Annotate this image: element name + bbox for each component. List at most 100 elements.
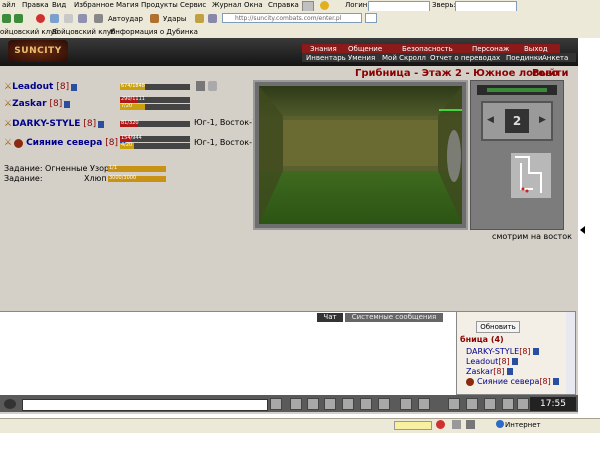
ring-icon[interactable] — [466, 398, 478, 410]
nav-knowledge[interactable]: Знания — [310, 45, 337, 53]
online-user[interactable]: Сияние севера [8] — [466, 377, 559, 386]
forward-icon[interactable] — [14, 14, 23, 23]
smile-icon[interactable] — [400, 398, 412, 410]
online-user[interactable]: DARKY-STYLE [8] — [466, 347, 539, 356]
info-icon[interactable] — [552, 378, 559, 385]
stop-icon[interactable] — [36, 14, 45, 23]
send-icon[interactable] — [270, 398, 282, 410]
tab-chat[interactable]: Чат — [317, 313, 343, 322]
member-name[interactable]: Zaskar — [12, 99, 46, 109]
member-level: [8] — [83, 119, 97, 129]
page-icon[interactable] — [64, 14, 73, 23]
link-fight-club-1[interactable]: ойцовский клуб — [0, 28, 59, 36]
chat-input[interactable] — [22, 399, 268, 411]
udary-button[interactable]: Удары — [163, 13, 186, 24]
member-coords: Юг-1, Восток-1 — [194, 118, 258, 127]
music-icon[interactable] — [378, 398, 390, 410]
progress-indicator — [394, 421, 432, 430]
shield-icon — [196, 81, 205, 91]
address-dropdown[interactable] — [365, 13, 377, 23]
chat-log[interactable] — [0, 311, 456, 396]
filter-icon[interactable] — [307, 398, 319, 410]
turn-left-icon[interactable]: ◀ — [487, 115, 494, 125]
menu-file[interactable]: айл — [2, 1, 15, 9]
tab-system-messages[interactable]: Системные сообщения — [345, 313, 443, 322]
info-icon[interactable] — [98, 120, 105, 128]
filter-icon[interactable] — [208, 14, 217, 23]
back-icon[interactable] — [2, 14, 11, 23]
member-name[interactable]: Leadout — [12, 82, 53, 92]
menu-windows[interactable]: Окна — [244, 1, 263, 9]
menu-magic[interactable]: Магия — [116, 1, 139, 9]
print-icon[interactable] — [78, 14, 87, 23]
menu-edit[interactable]: Правка — [22, 1, 49, 9]
sort-icon[interactable] — [324, 398, 336, 410]
bag-icon[interactable] — [448, 398, 460, 410]
info-icon[interactable] — [511, 358, 518, 365]
scroll-icon[interactable] — [484, 398, 496, 410]
hp-bar: 81/320 — [120, 120, 190, 127]
go-icon[interactable] — [195, 14, 204, 23]
online-scrollbar[interactable] — [566, 312, 575, 394]
room-title: бница (4) — [460, 335, 504, 344]
armor-icon — [208, 81, 217, 91]
menu-journal[interactable]: Журнал — [212, 1, 241, 9]
mana-text: 7/20 — [121, 103, 133, 109]
nav-character[interactable]: Персонаж — [472, 45, 509, 53]
menu-products[interactable]: Продукты — [141, 1, 178, 9]
clan-icon — [14, 138, 24, 148]
menu-service[interactable]: Сервис — [180, 1, 206, 9]
smiley-icon[interactable] — [320, 1, 329, 10]
nav-transfers[interactable]: Отчет о переводах — [430, 54, 500, 62]
link-fight-club-2[interactable]: Бойцовский клуб — [52, 28, 115, 36]
popup-icon — [466, 420, 475, 429]
nav-exit[interactable]: Выход — [524, 45, 548, 53]
clan-icon — [466, 377, 474, 386]
nav-fights[interactable]: Поединки — [506, 54, 543, 62]
task-value: 1/1 — [109, 165, 118, 171]
nav-my-scroll[interactable]: Мой Скролл — [382, 54, 426, 62]
smiles-icon[interactable] — [4, 399, 16, 409]
arrow-left-icon[interactable] — [580, 226, 585, 234]
info-icon[interactable] — [532, 348, 539, 355]
menu-favorites[interactable]: Избранное — [74, 1, 114, 9]
dungeon-scene — [259, 86, 462, 224]
info-icon[interactable] — [506, 368, 513, 375]
menu-view[interactable]: Вид — [52, 1, 66, 9]
nav-inventory[interactable]: Инвентарь — [306, 54, 346, 62]
dungeon-view[interactable] — [259, 86, 462, 224]
refresh-button[interactable]: Обновить — [476, 321, 520, 333]
member-name[interactable]: DARKY-STYLE — [12, 119, 80, 129]
progress-frame — [477, 85, 557, 95]
globe-icon — [496, 420, 504, 428]
party-member: ⚔ Сияние севера [8] — [4, 137, 127, 149]
strikes-icon — [150, 14, 159, 23]
mana-bar: 7/20 — [120, 103, 190, 110]
menu-help[interactable]: Справка — [268, 1, 299, 9]
refresh-icon[interactable] — [50, 14, 59, 23]
online-user[interactable]: Leadout [8] — [466, 357, 518, 366]
leave-link[interactable]: Выйти — [532, 68, 568, 79]
map-icon[interactable] — [517, 398, 529, 410]
fight-icon[interactable] — [342, 398, 354, 410]
online-user[interactable]: Zaskar [8] — [466, 367, 513, 376]
nav-profile[interactable]: Анкета — [542, 54, 568, 62]
nav-security[interactable]: Безопасность — [402, 45, 453, 53]
member-name[interactable]: Сияние севера — [26, 138, 102, 148]
compass-control[interactable]: 2 ◀ ▶ — [481, 101, 553, 141]
settings-icon[interactable] — [418, 398, 430, 410]
tools-icon[interactable] — [94, 14, 103, 23]
nav-communication[interactable]: Общение — [348, 45, 382, 53]
info-icon[interactable] — [71, 83, 78, 91]
clear-icon[interactable] — [290, 398, 302, 410]
mail-icon[interactable] — [502, 398, 514, 410]
translate-icon[interactable] — [360, 398, 372, 410]
turn-right-icon[interactable]: ▶ — [539, 115, 546, 125]
autoudar-button[interactable]: Автоудар — [108, 13, 143, 24]
location-title: Грибница - Этаж 2 - Южное логово — [355, 68, 559, 79]
address-input[interactable]: http://suncity.combats.com/enter.pl — [222, 13, 362, 23]
member-level: [8] — [49, 99, 63, 109]
info-icon[interactable] — [64, 100, 71, 108]
nav-skills[interactable]: Умения — [348, 54, 375, 62]
link-dubinka-info[interactable]: Информация о Дубинка — [110, 28, 198, 36]
